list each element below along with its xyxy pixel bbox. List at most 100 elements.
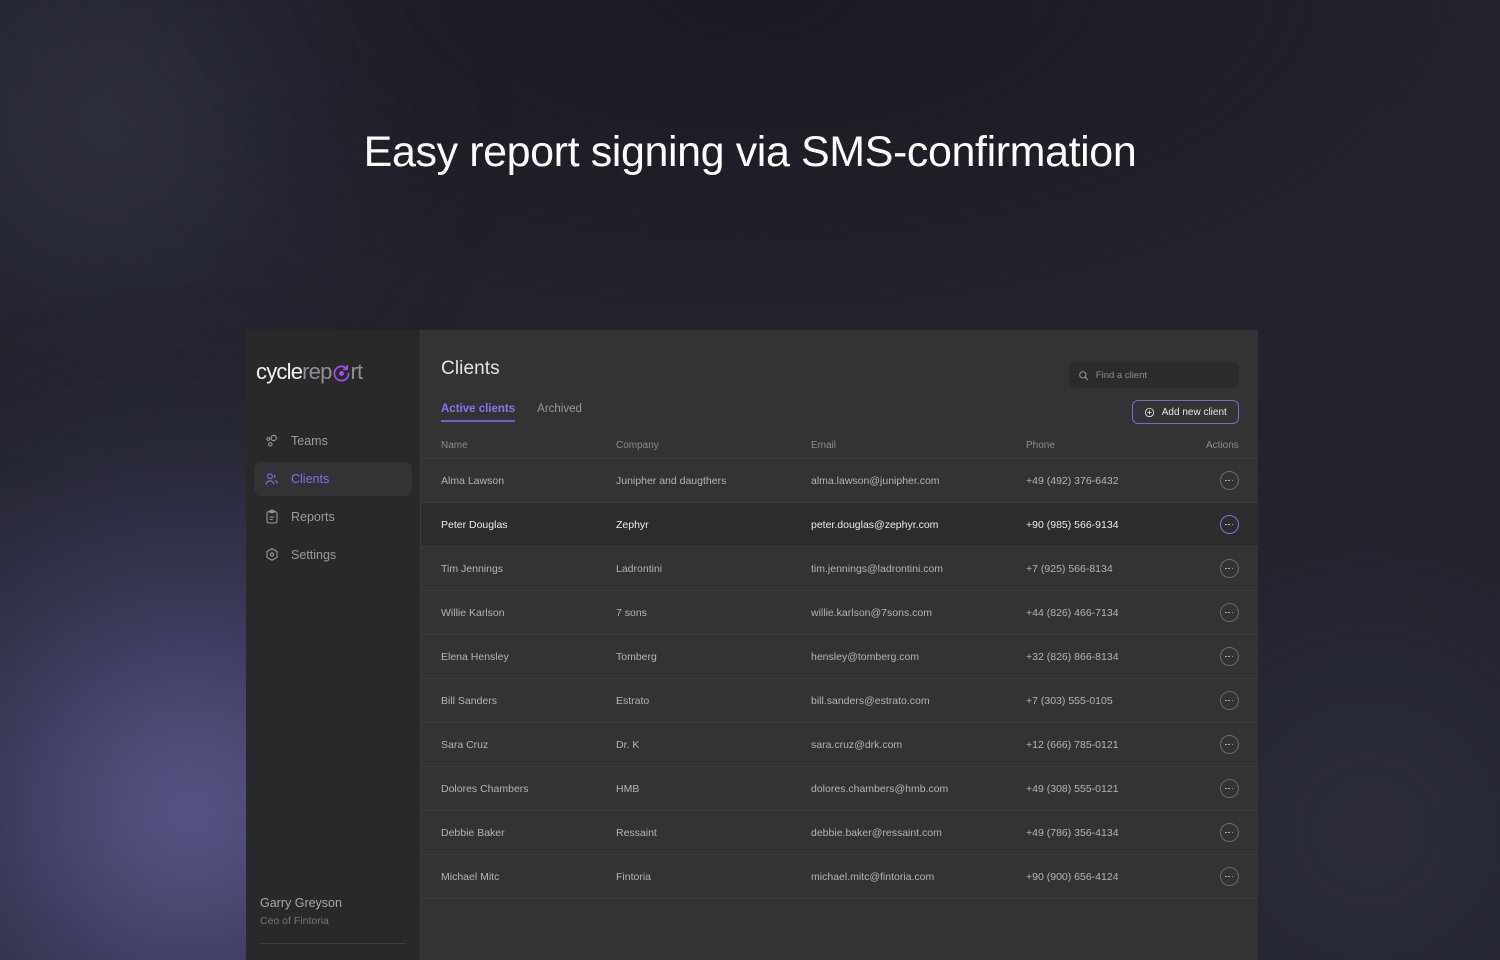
ellipsis-circle-icon[interactable] <box>1219 471 1239 490</box>
sidebar-nav: Teams Clients Reports Settings <box>246 424 420 572</box>
sidebar-user-block: Garry Greyson Ceo of Fintoria <box>246 896 420 944</box>
plus-circle-icon <box>1144 407 1155 418</box>
sidebar-item-label-teams: Teams <box>291 434 328 448</box>
cell-company: Dr. K <box>616 738 640 751</box>
table-row[interactable]: Peter Douglas Zephyr peter.douglas@zephyr.… <box>421 503 1258 547</box>
cell-name: Elena Hensley <box>441 650 509 663</box>
cell-actions <box>1206 559 1239 578</box>
cell-name: Dolores Chambers <box>441 782 529 795</box>
cell-phone: +90 (900) 656-4124 <box>1026 870 1119 883</box>
table-row[interactable]: Elena Hensley Tomberg hensley@tomberg.com +… <box>421 635 1258 679</box>
add-new-client-label: Add new client <box>1161 406 1227 418</box>
ellipsis-circle-icon[interactable] <box>1219 603 1239 622</box>
table-row[interactable]: Michael Mitc Fintoria michael.mitc@fintori… <box>421 855 1258 899</box>
cell-name: Debbie Baker <box>441 826 505 839</box>
app-logo[interactable]: cycle rep rt <box>246 330 420 390</box>
table-row[interactable]: Sara Cruz Dr. K sara.cruz@drk.com +12 (666)… <box>421 723 1258 767</box>
table-header-row: Name Company Email Phone Actions <box>421 433 1258 459</box>
tab-active-clients[interactable]: Active clients <box>441 403 516 422</box>
cell-email: hensley@tomberg.com <box>811 650 920 663</box>
cell-phone: +12 (666) 785-0121 <box>1026 738 1119 751</box>
ellipsis-circle-icon[interactable] <box>1219 779 1239 798</box>
cell-name: Sara Cruz <box>441 738 489 751</box>
cell-actions <box>1206 647 1239 666</box>
cell-company: HMB <box>616 782 640 795</box>
ellipsis-circle-icon[interactable] <box>1219 867 1239 886</box>
cell-company: Ressaint <box>616 826 657 839</box>
search-box[interactable] <box>1068 362 1239 388</box>
cell-phone: +32 (826) 866-8134 <box>1026 650 1119 663</box>
cell-name: Tim Jennings <box>441 562 504 575</box>
cell-email: michael.mitc@fintoria.com <box>811 870 935 883</box>
search-icon <box>1078 370 1089 381</box>
logo-text-rep: rep <box>302 359 332 384</box>
cell-phone: +7 (925) 566-8134 <box>1026 562 1113 575</box>
cell-phone: +49 (492) 376-6432 <box>1026 474 1119 487</box>
cell-email: alma.lawson@junipher.com <box>811 474 940 487</box>
sidebar: cycle rep rt Teams Clients Reports Setti… <box>246 330 421 960</box>
cell-company: Zephyr <box>616 518 649 531</box>
cell-company: Tomberg <box>616 650 657 663</box>
sidebar-item-reports[interactable]: Reports <box>254 500 412 534</box>
cell-name: Bill Sanders <box>441 694 498 707</box>
add-new-client-button[interactable]: Add new client <box>1131 400 1239 424</box>
sidebar-item-label-settings: Settings <box>291 548 337 562</box>
ellipsis-circle-icon[interactable] <box>1219 823 1239 842</box>
app-window: cycle rep rt Teams Clients Reports Setti… <box>246 330 1258 960</box>
cell-actions <box>1206 867 1239 886</box>
clipboard-icon <box>264 509 280 525</box>
sidebar-item-teams[interactable]: Teams <box>254 424 412 458</box>
cell-actions <box>1206 691 1239 710</box>
table-row[interactable]: Dolores Chambers HMB dolores.chambers@hmb.… <box>421 767 1258 811</box>
column-header-actions: Actions <box>1206 440 1239 451</box>
teams-icon <box>264 433 280 449</box>
cell-name: Willie Karlson <box>441 606 505 619</box>
refresh-circle-icon <box>332 364 351 383</box>
ellipsis-circle-icon[interactable] <box>1219 647 1239 666</box>
cell-actions <box>1206 603 1239 622</box>
ellipsis-circle-icon[interactable] <box>1219 515 1239 534</box>
search-input[interactable] <box>1095 369 1230 381</box>
tabs-row: Active clients Archived Add new client <box>421 388 1258 424</box>
cell-actions <box>1206 471 1239 490</box>
ellipsis-circle-icon[interactable] <box>1219 691 1239 710</box>
cell-name: Michael Mitc <box>441 870 500 883</box>
table-row[interactable]: Alma Lawson Junipher and daugthers alma.la… <box>421 459 1258 503</box>
main-header: Clients <box>421 330 1258 388</box>
cell-company: Fintoria <box>616 870 652 883</box>
logo-text-cycle: cycle <box>256 359 303 384</box>
pagination: ‹12345› <box>441 950 1239 960</box>
ellipsis-circle-icon[interactable] <box>1219 559 1239 578</box>
cell-phone: +90 (985) 566-9134 <box>1026 518 1119 531</box>
cell-company: 7 sons <box>616 606 647 619</box>
cell-phone: +44 (826) 466-7134 <box>1026 606 1119 619</box>
ellipsis-circle-icon[interactable] <box>1219 735 1239 754</box>
column-header-phone: Phone <box>1026 440 1055 451</box>
cell-name: Alma Lawson <box>441 474 505 487</box>
sidebar-item-clients[interactable]: Clients <box>254 462 412 496</box>
logo-text-rt: rt <box>350 359 364 384</box>
cell-phone: +49 (308) 555-0121 <box>1026 782 1119 795</box>
cell-email: peter.douglas@zephyr.com <box>811 518 939 531</box>
cell-phone: +7 (303) 555-0105 <box>1026 694 1113 707</box>
column-header-company: Company <box>616 440 659 451</box>
table-body: Alma Lawson Junipher and daugthers alma.la… <box>421 459 1258 899</box>
table-row[interactable]: Bill Sanders Estrato bill.sanders@estrato.… <box>421 679 1258 723</box>
cell-email: debbie.baker@ressaint.com <box>811 826 942 839</box>
cell-name: Peter Douglas <box>441 518 508 531</box>
table-row[interactable]: Willie Karlson 7 sons willie.karlson@7sons… <box>421 591 1258 635</box>
cell-phone: +49 (786) 356-4134 <box>1026 826 1119 839</box>
tab-archived[interactable]: Archived <box>537 403 582 422</box>
sidebar-item-label-reports: Reports <box>291 510 335 524</box>
cell-company: Junipher and daugthers <box>616 474 727 487</box>
column-header-name: Name <box>441 440 468 451</box>
table-row[interactable]: Debbie Baker Ressaint debbie.baker@ressain… <box>421 811 1258 855</box>
cell-actions <box>1206 735 1239 754</box>
hero-headline: Easy report signing via SMS-confirmation <box>363 128 1137 176</box>
cell-email: willie.karlson@7sons.com <box>811 606 932 619</box>
tabs: Active clients Archived <box>441 403 582 422</box>
table-row[interactable]: Tim Jennings Ladrontini tim.jennings@ladro… <box>421 547 1258 591</box>
logout-button[interactable]: Logout <box>246 944 420 960</box>
clients-icon <box>264 471 280 487</box>
sidebar-item-settings[interactable]: Settings <box>254 538 412 572</box>
